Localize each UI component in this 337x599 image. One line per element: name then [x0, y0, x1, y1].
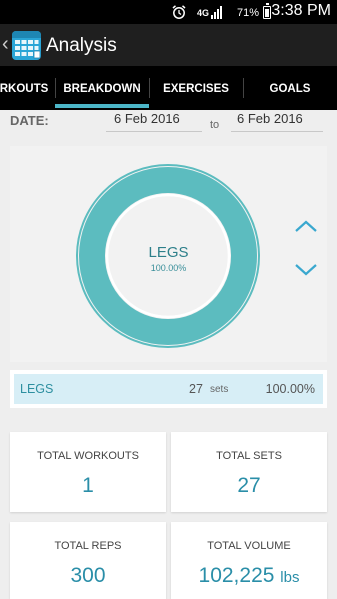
breakdown-percent: 100.00%	[265, 382, 315, 396]
total-reps-card: TOTAL REPS 300	[10, 522, 166, 599]
total-workouts-card: TOTAL WORKOUTS 1	[10, 432, 166, 512]
app-bar: ‹ Analysis	[0, 24, 337, 66]
date-label: DATE:	[10, 113, 49, 128]
date-range: DATE: 6 Feb 2016 to 6 Feb 2016	[0, 110, 337, 146]
network-type: 4G	[196, 8, 209, 18]
alarm-icon	[172, 5, 186, 19]
date-from-field[interactable]: 6 Feb 2016	[106, 110, 202, 132]
breakdown-name: LEGS	[20, 382, 54, 396]
stat-value: 300	[70, 564, 106, 587]
tab-exercises[interactable]: EXERCISES	[149, 66, 243, 110]
calendar-app-icon[interactable]	[12, 31, 41, 60]
signal-icon	[211, 6, 225, 19]
breakdown-sets-unit: sets	[210, 384, 229, 395]
stat-label: TOTAL VOLUME	[207, 540, 291, 552]
stat-value-number: 102,225	[198, 564, 275, 587]
stat-label: TOTAL REPS	[54, 540, 122, 552]
date-to-field[interactable]: 6 Feb 2016	[231, 110, 323, 132]
battery-percent: 71%	[236, 7, 259, 19]
stat-value-unit: lbs	[280, 569, 300, 586]
donut-segment-name: LEGS	[148, 244, 189, 261]
stat-label: TOTAL WORKOUTS	[37, 450, 139, 462]
list-item[interactable]: LEGS 27 sets 100.00%	[14, 374, 323, 404]
stat-value: 102,225 lbs	[171, 564, 327, 588]
stat-label: TOTAL SETS	[216, 450, 282, 462]
breakdown-list: LEGS 27 sets 100.00%	[10, 370, 327, 408]
tab-goals[interactable]: GOALS	[243, 66, 337, 110]
status-bar: 4G 71% 3:38 PM	[0, 0, 337, 24]
date-separator: to	[210, 119, 220, 131]
breakdown-sets: 27	[189, 382, 203, 396]
tab-workouts[interactable]: RKOUTS	[0, 66, 52, 110]
total-sets-card: TOTAL SETS 27	[171, 432, 327, 512]
chevron-down-icon[interactable]	[292, 260, 320, 280]
tab-selected-indicator	[55, 104, 149, 108]
battery-icon	[263, 3, 271, 19]
tab-bar: RKOUTS BREAKDOWN EXERCISES GOALS	[0, 66, 337, 110]
total-volume-card: TOTAL VOLUME 102,225 lbs	[171, 522, 327, 599]
stat-value: 27	[237, 474, 261, 497]
donut-segment-percent: 100.00%	[150, 263, 187, 273]
stat-value: 1	[82, 474, 94, 497]
chevron-left-icon[interactable]: ‹	[2, 33, 9, 55]
breakdown-donut-card: LEGS 100.00%	[10, 146, 327, 362]
page-title: Analysis	[46, 35, 117, 56]
clock: 3:38 PM	[271, 2, 331, 19]
chevron-up-icon[interactable]	[292, 216, 320, 236]
